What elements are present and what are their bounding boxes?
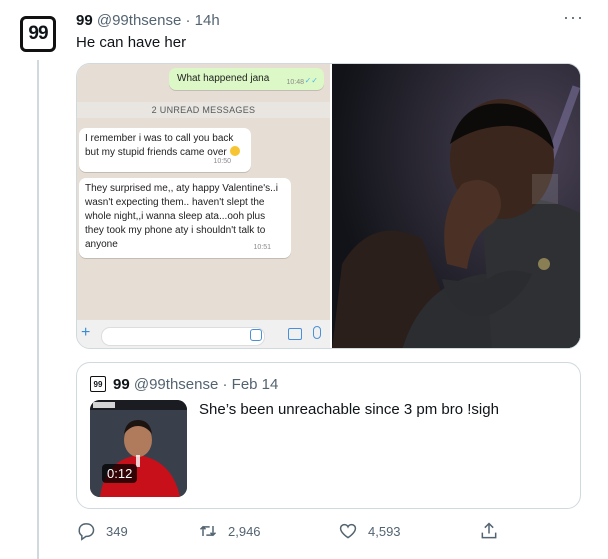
message-text: What happened jana [177,73,270,84]
chat-screenshot-image[interactable]: What happened jana 10:48 ✓✓ 2 UNREAD MES… [77,64,330,348]
like-button[interactable]: 4,593 [338,521,401,541]
message-time: 10:50 [213,158,231,165]
retweet-count: 2,946 [228,523,261,539]
separator-dot: · [222,376,228,393]
tweet-media[interactable]: What happened jana 10:48 ✓✓ 2 UNREAD MES… [76,63,581,349]
avatar-text: 99 [93,379,103,389]
unread-banner: 2 UNREAD MESSAGES [77,102,330,118]
chat-input-field [101,327,265,346]
tweet-header: 99 @99thsense · 14h [76,12,220,29]
microphone-icon [313,326,321,339]
camera-icon [288,328,302,340]
sticker-icon [250,329,262,341]
share-button[interactable] [479,521,509,541]
tweet-text: He can have her [76,34,187,51]
author-name[interactable]: 99 [76,12,93,29]
reply-count: 349 [106,523,128,539]
quoted-tweet-header: 99 @99thsense · Feb 14 [113,376,278,393]
outgoing-message: What happened jana 10:48 ✓✓ [169,68,324,90]
quoted-tweet-date: Feb 14 [231,376,279,393]
quoted-tweet-text: She’s been unreachable since 3 pm bro !s… [199,401,499,418]
reply-icon [78,523,95,541]
plus-icon: + [81,324,91,341]
heart-icon [339,523,357,539]
reply-button[interactable]: 349 [76,521,128,541]
tweet-actions: 349 2,946 4,593 [76,521,581,543]
separator-dot: · [185,12,191,29]
author-avatar[interactable]: 99 [20,16,56,52]
grimace-emoji-icon [229,146,240,156]
read-ticks-icon: ✓✓ [304,76,318,85]
quoted-author-name: 99 [113,376,130,393]
quoted-author-avatar: 99 [90,376,106,392]
retweet-button[interactable]: 2,946 [198,521,261,541]
tweet-time[interactable]: 14h [195,12,220,29]
quoted-tweet[interactable]: 99 99 @99thsense · Feb 14 0:12 She’s bee… [76,362,581,509]
video-duration: 0:12 [102,464,138,483]
message-time: 10:51 [253,244,271,251]
author-handle[interactable]: @99thsense [97,12,181,29]
incoming-message: They surprised me,, aty happy Valentine'… [79,178,291,258]
player-photo-image[interactable] [332,64,580,348]
message-time: 10:48 [286,79,304,86]
avatar-text: 99 [28,23,48,44]
video-thumbnail: 0:12 [90,400,187,497]
more-options-icon[interactable]: ··· [563,7,584,28]
crying-player-illustration [332,64,580,348]
message-text: I remember i was to call you back but my… [85,133,234,158]
chat-input-bar: + [77,320,330,348]
retweet-icon [199,525,217,537]
thread-line [37,60,39,559]
like-count: 4,593 [368,523,401,539]
incoming-message: I remember i was to call you back but my… [79,128,251,172]
share-icon [481,522,497,539]
quoted-author-handle: @99thsense [133,376,219,393]
